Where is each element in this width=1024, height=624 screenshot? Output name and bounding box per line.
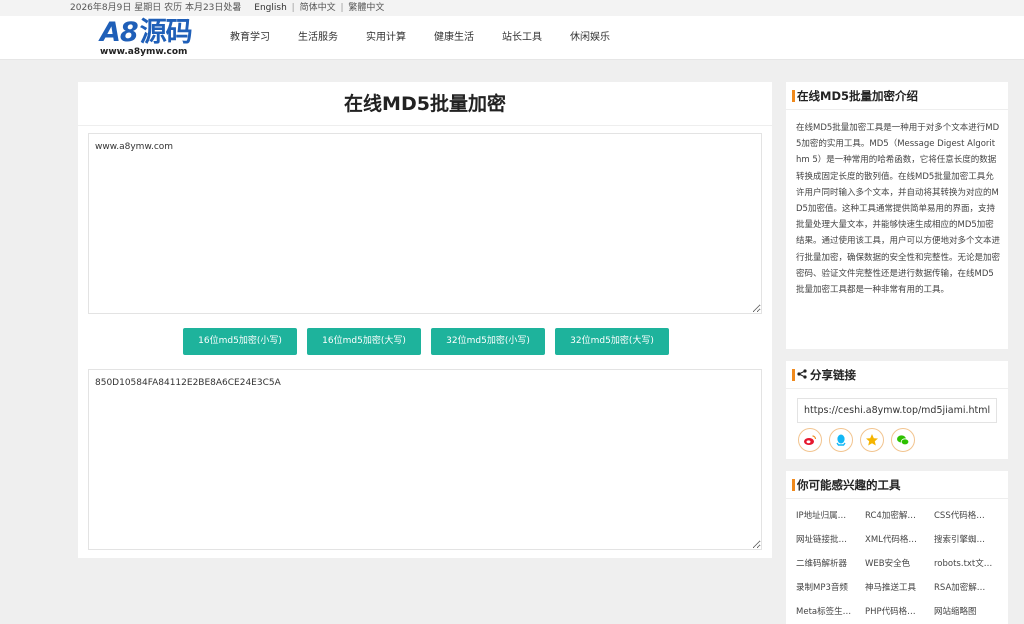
intro-card-header: 在线MD5批量加密介绍 (786, 82, 1008, 110)
tool-link[interactable]: RSA加密解… (934, 579, 1004, 597)
md5-32-upper-button[interactable]: 32位md5加密(大写) (555, 328, 669, 355)
tools-card-header: 你可能感兴趣的工具 (786, 471, 1008, 499)
share-card-title: 分享链接 (810, 368, 856, 382)
nav-item-webmaster-tools[interactable]: 站长工具 (488, 16, 556, 60)
share-card: 分享链接 https://ceshi.a8ymw.top/md5jiami.ht… (786, 361, 1008, 459)
page-title: 在线MD5批量加密 (344, 93, 506, 115)
lang-separator: | (291, 3, 295, 13)
share-card-header: 分享链接 (786, 361, 1008, 389)
intro-card-title: 在线MD5批量加密介绍 (797, 89, 918, 103)
nav-item-health[interactable]: 健康生活 (420, 16, 488, 60)
lang-english-link[interactable]: English (254, 3, 287, 13)
related-tools-card: 你可能感兴趣的工具 IP地址归属… RC4加密解… CSS代码格… 网址链接批…… (786, 471, 1008, 624)
share-url-field[interactable]: https://ceshi.a8ymw.top/md5jiami.html (797, 398, 997, 423)
tool-link[interactable]: PHP代码格… (865, 603, 934, 621)
tool-link[interactable]: RC4加密解… (865, 507, 934, 525)
md5-tool-panel: 在线MD5批量加密 www.a8ymw.com 16位md5加密(小写) 16位… (78, 82, 772, 558)
logo-cn-text: 源码 (139, 17, 193, 48)
action-buttons: 16位md5加密(小写) 16位md5加密(大写) 32位md5加密(小写) 3… (78, 328, 772, 355)
nav-item-life-service[interactable]: 生活服务 (284, 16, 352, 60)
share-icon-row (798, 428, 915, 452)
tool-link[interactable]: Meta标签生… (796, 603, 865, 621)
lang-simplified-link[interactable]: 简体中文 (300, 3, 336, 13)
accent-bar (792, 90, 795, 102)
tools-grid: IP地址归属… RC4加密解… CSS代码格… 网址链接批… XML代码格… 搜… (796, 507, 1004, 621)
intro-card: 在线MD5批量加密介绍 在线MD5批量加密工具是一种用于对多个文本进行MD5加密… (786, 82, 1008, 349)
input-textarea[interactable]: www.a8ymw.com (88, 133, 762, 314)
md5-32-lower-button[interactable]: 32位md5加密(小写) (431, 328, 545, 355)
tool-link[interactable]: IP地址归属… (796, 507, 865, 525)
lang-traditional-link[interactable]: 繁體中文 (348, 3, 384, 13)
qzone-icon[interactable] (860, 428, 884, 452)
date-text: 2026年8月9日 星期日 农历 本月23日处暑 (70, 3, 242, 13)
nav-item-entertainment[interactable]: 休闲娱乐 (556, 16, 624, 60)
tool-link[interactable]: 录制MP3音频 (796, 579, 865, 597)
accent-bar (792, 369, 795, 381)
tool-link[interactable]: WEB安全色 (865, 555, 934, 573)
nav-item-calculation[interactable]: 实用计算 (352, 16, 420, 60)
tool-link[interactable]: 网站缩略图 (934, 603, 1004, 621)
share-icon (797, 363, 807, 391)
nav-item-education[interactable]: 教育学习 (216, 16, 284, 60)
site-logo[interactable]: A8源码 www.a8ymw.com (100, 18, 200, 60)
weibo-icon[interactable] (798, 428, 822, 452)
title-divider (78, 125, 772, 126)
tool-link[interactable]: 二维码解析器 (796, 555, 865, 573)
accent-bar (792, 479, 795, 491)
site-header: A8源码 www.a8ymw.com 教育学习 生活服务 实用计算 健康生活 站… (0, 16, 1024, 60)
tools-card-title: 你可能感兴趣的工具 (797, 478, 901, 492)
top-info-bar: 2026年8月9日 星期日 农历 本月23日处暑 English | 简体中文 … (0, 0, 1024, 16)
intro-description: 在线MD5批量加密工具是一种用于对多个文本进行MD5加密的实用工具。MD5（Me… (796, 123, 1001, 296)
tool-link[interactable]: 神马推送工具 (865, 579, 934, 597)
qq-icon[interactable] (829, 428, 853, 452)
tool-link[interactable]: robots.txt文… (934, 555, 1004, 573)
logo-url: www.a8ymw.com (100, 47, 188, 57)
share-card-title-wrap: 分享链接 (797, 361, 856, 391)
tool-link[interactable]: 网址链接批… (796, 531, 865, 549)
tool-link[interactable]: CSS代码格… (934, 507, 1004, 525)
output-textarea[interactable]: 850D10584FA84112E2BE8A6CE24E3C5A (88, 369, 762, 550)
wechat-icon[interactable] (891, 428, 915, 452)
tool-link[interactable]: 搜索引擎蜘… (934, 531, 1004, 549)
tool-link[interactable]: XML代码格… (865, 531, 934, 549)
logo-mark: A8源码 (100, 17, 193, 48)
main-nav: 教育学习 生活服务 实用计算 健康生活 站长工具 休闲娱乐 (216, 16, 624, 60)
lang-separator-2: | (340, 3, 344, 13)
md5-16-lower-button[interactable]: 16位md5加密(小写) (183, 328, 297, 355)
md5-16-upper-button[interactable]: 16位md5加密(大写) (307, 328, 421, 355)
logo-text: A8 (100, 17, 139, 48)
